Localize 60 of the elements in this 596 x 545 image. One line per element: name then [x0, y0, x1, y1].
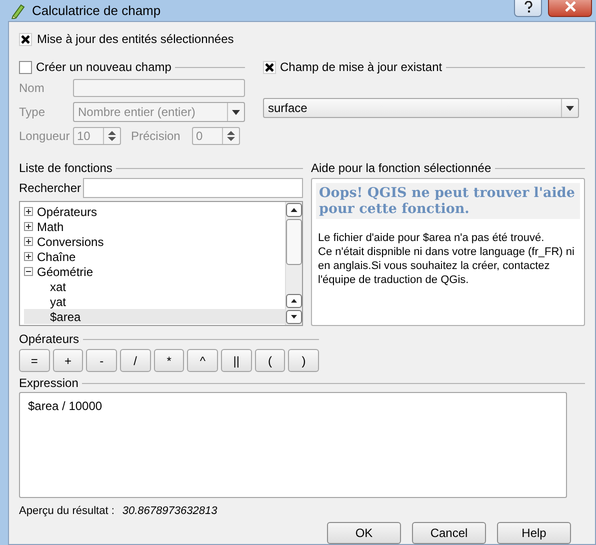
close-icon[interactable]	[564, 1, 576, 12]
checkbox-label[interactable]: Champ de mise à jour existant	[280, 60, 442, 74]
group-title: Opérateurs	[19, 332, 80, 346]
preview-value: 30.8678973632813	[122, 505, 218, 517]
spin-arrows-icon[interactable]	[108, 130, 116, 142]
search-field[interactable]	[83, 178, 303, 198]
group-title: Aide pour la fonction sélectionnée	[311, 161, 492, 175]
pencil-icon	[10, 2, 26, 18]
expand-icon[interactable]	[24, 237, 33, 246]
expand-icon[interactable]	[24, 252, 33, 261]
help-button[interactable]	[514, 0, 542, 16]
tree-item[interactable]: xat	[24, 279, 285, 294]
tree-item[interactable]: $area	[24, 309, 285, 324]
search-label: Rechercher	[19, 181, 82, 195]
tree-item[interactable]: Conversions	[24, 234, 285, 249]
operator-button[interactable]: -	[86, 349, 118, 372]
down-arrow-icon[interactable]	[291, 315, 297, 319]
operator-button[interactable]: *	[154, 349, 184, 372]
spin-arrows-icon[interactable]	[227, 130, 235, 142]
field-dropdown[interactable]: surface	[263, 98, 579, 118]
help-heading: Oops! QGIS ne peut trouver l'aide pour cette fonction.	[316, 183, 580, 219]
dialog-button[interactable]: Cancel	[412, 522, 486, 544]
field-label: Type	[19, 105, 46, 119]
tree-item[interactable]: Math	[24, 219, 285, 234]
operator-button[interactable]: )	[288, 349, 320, 372]
dropdown-arrow-icon[interactable]	[566, 106, 574, 110]
operator-button[interactable]: =	[19, 349, 50, 372]
scrollbar[interactable]	[285, 202, 302, 325]
tree-item[interactable]: yat	[24, 294, 285, 309]
tree-item[interactable]: Chaîne	[24, 249, 285, 264]
field-label: Nom	[19, 81, 46, 95]
checkbox-label[interactable]: Mise à jour des entités sélectionnées	[37, 32, 234, 46]
window-title: Calculatrice de champ	[32, 3, 161, 18]
group-title: Expression	[19, 376, 78, 390]
operator-button[interactable]: ||	[221, 349, 252, 372]
operator-button[interactable]: ^	[187, 349, 218, 372]
tree-item[interactable]: Opérateurs	[24, 204, 285, 219]
expand-icon[interactable]	[24, 222, 33, 231]
operator-button[interactable]: +	[52, 349, 84, 372]
checkbox[interactable]	[263, 60, 276, 74]
collapse-icon[interactable]	[24, 267, 33, 276]
group-title: Liste de fonctions	[19, 161, 112, 175]
field-label: Longueur	[19, 129, 67, 143]
help-icon[interactable]	[524, 0, 532, 12]
up-arrow-icon[interactable]	[291, 299, 297, 303]
help-text: Le fichier d'aide pour $area n'a pas été trouvé.	[318, 231, 546, 245]
expression-editor[interactable]: $area / 10000	[19, 392, 567, 498]
operator-button[interactable]: /	[120, 349, 151, 372]
tree-item[interactable]: Géométrie	[24, 264, 285, 279]
dialog-button[interactable]: Help	[497, 522, 571, 544]
close-button[interactable]	[548, 0, 592, 16]
field-label: Précision	[131, 129, 182, 143]
preview-label: Aperçu du résultat :	[19, 505, 114, 517]
dropdown-arrow-icon[interactable]	[232, 110, 240, 114]
expand-icon[interactable]	[24, 207, 33, 216]
checkbox[interactable]	[19, 32, 32, 46]
help-text: Ce n'était dispnible ni dans votre language (fr_FR) ni en anglais.Si vous souhaitez la créer, contactez l'équipe de traduction de QGis.	[318, 245, 576, 287]
dialog-button[interactable]: OK	[327, 522, 401, 544]
up-arrow-icon[interactable]	[290, 208, 298, 212]
operator-button[interactable]: (	[254, 349, 286, 372]
